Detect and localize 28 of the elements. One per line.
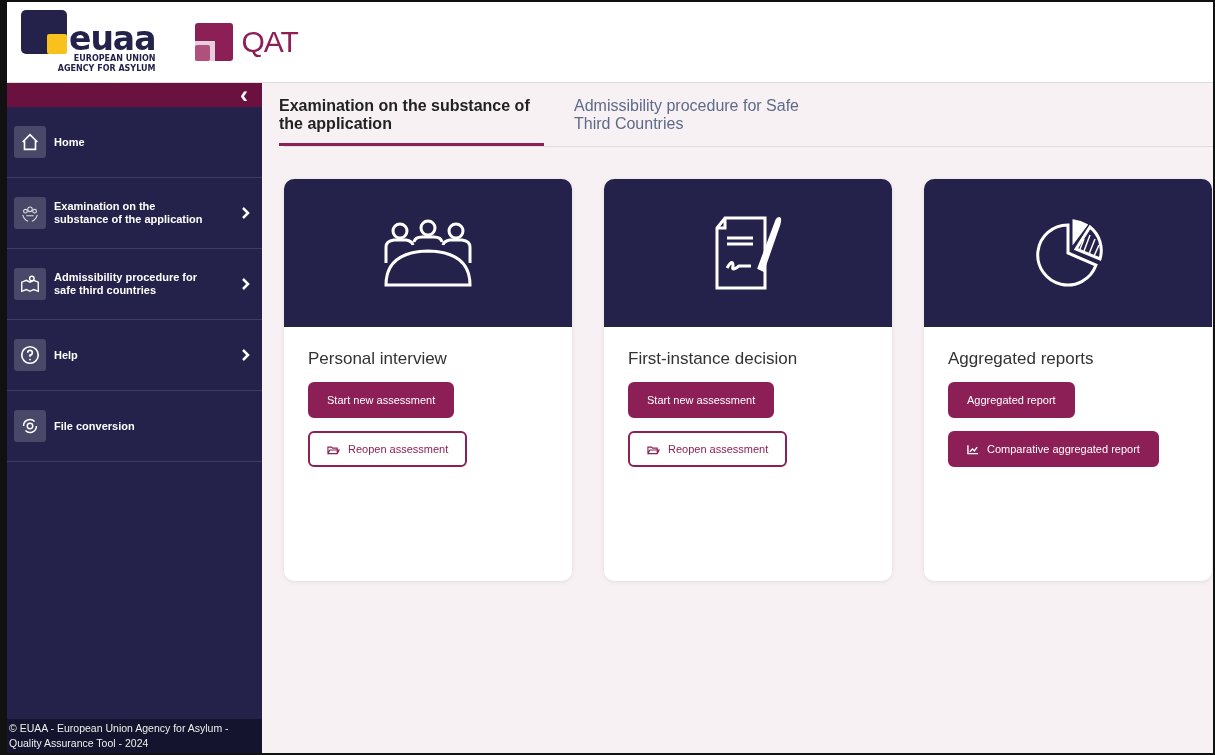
logo-mark-icon [21, 10, 67, 54]
action-button[interactable]: Comparative aggregated report [948, 431, 1159, 467]
app-name: QAT [241, 25, 298, 59]
logo-wordmark: euaa [69, 24, 156, 54]
help-icon [19, 344, 41, 366]
qat-logo-icon [195, 23, 234, 61]
sidebar-item[interactable]: Examination on the substance of the application [7, 178, 262, 249]
line-chart-icon [967, 443, 979, 455]
card-title: First-instance decision [628, 349, 798, 369]
map-pin-icon [19, 273, 41, 295]
card-title: Aggregated reports [948, 349, 1094, 369]
sidebar-item[interactable]: Admissibility procedure for safe third countries [7, 249, 262, 320]
sidebar-item[interactable]: File conversion [7, 391, 262, 462]
card-title: Personal interview [308, 349, 447, 369]
logo-subtitle: EUROPEAN UNION [73, 54, 156, 63]
tab[interactable]: Examination on the substance of the application [279, 95, 544, 146]
logo-subtitle: AGENCY FOR ASYLUM [57, 64, 156, 73]
action-button[interactable]: Start new assessment [628, 382, 775, 418]
action-button[interactable]: Start new assessment [308, 382, 455, 418]
action-button[interactable]: Aggregated report [948, 382, 1075, 418]
sidebar-item[interactable]: Help [7, 320, 262, 391]
footer-text: © EUAA - European Union Agency for Asylum - Quality Assurance Tool - 2024 [7, 719, 262, 753]
home-icon [19, 131, 41, 153]
collapse-button[interactable]: ‹ [240, 85, 248, 105]
reopen-button[interactable]: Reopen assessment [628, 431, 788, 467]
reopen-button[interactable]: Reopen assessment [308, 431, 468, 467]
tab[interactable]: Admissibility procedure for Safe Third Countries [574, 95, 839, 146]
sidebar-item[interactable]: Home [7, 107, 262, 178]
